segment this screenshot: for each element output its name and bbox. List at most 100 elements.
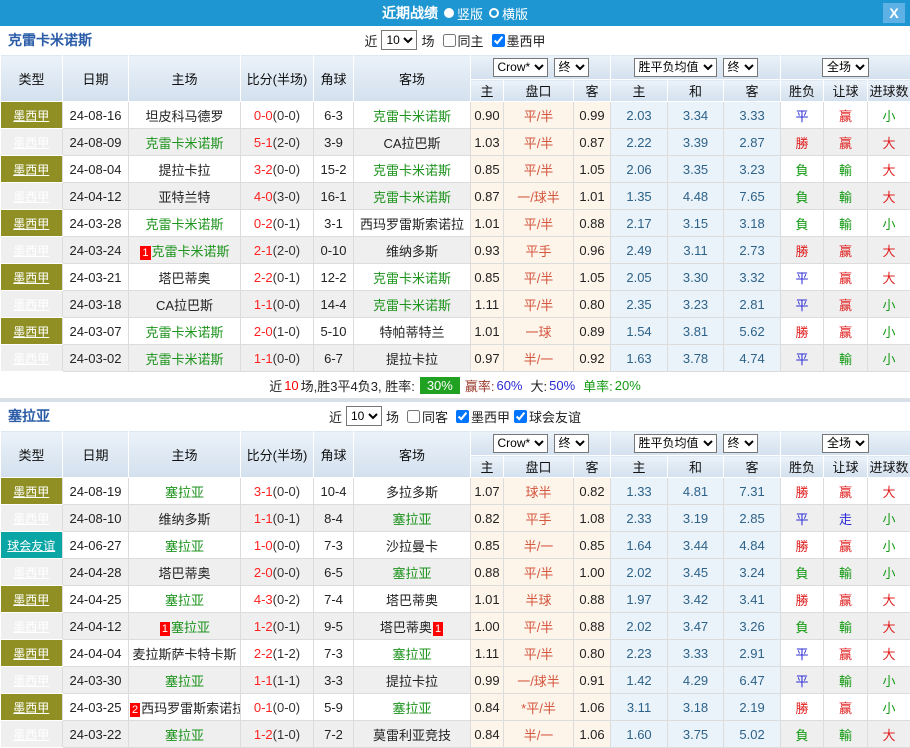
layout-radio-portrait[interactable]: 竖版 bbox=[444, 4, 483, 23]
scope-select[interactable]: 全场 bbox=[822, 58, 869, 77]
asia-home-odds: 0.85 bbox=[471, 156, 504, 183]
league-checkbox[interactable] bbox=[492, 34, 505, 47]
league-link[interactable]: 墨西甲 bbox=[13, 728, 49, 742]
league-link[interactable]: 球会友谊 bbox=[7, 539, 55, 553]
single-rate-label: 单率: bbox=[583, 376, 613, 395]
euro-home-odds: 1.64 bbox=[611, 532, 668, 559]
half-time-score: (0-1) bbox=[273, 619, 300, 634]
half-time-score: (1-2) bbox=[273, 646, 300, 661]
league-link[interactable]: 墨西甲 bbox=[13, 352, 49, 366]
league-link[interactable]: 墨西甲 bbox=[13, 674, 49, 688]
league-checkbox[interactable] bbox=[514, 410, 527, 423]
league-filter[interactable]: 墨西甲 bbox=[488, 31, 546, 50]
result-handicap: 輸 bbox=[824, 613, 868, 640]
asia-away-odds: 1.01 bbox=[574, 183, 611, 210]
corner-score: 6-7 bbox=[314, 345, 354, 372]
home-team-name: 塞拉亚 bbox=[165, 485, 204, 500]
euro-mean-select[interactable]: 胜平负均值 bbox=[634, 58, 717, 77]
match-row: 球会友谊24-06-27塞拉亚1-0(0-0)7-3沙拉曼卡0.85半/一0.8… bbox=[1, 532, 910, 559]
league-filter[interactable]: 球会友谊 bbox=[510, 407, 581, 426]
handicap-text: 平/半 bbox=[524, 620, 554, 635]
away-team-name: 克雷卡米诺斯 bbox=[373, 271, 451, 286]
euro-mean-select[interactable]: 胜平负均值 bbox=[634, 434, 717, 453]
league-checkbox[interactable] bbox=[456, 410, 469, 423]
league-filter[interactable]: 墨西甲 bbox=[452, 407, 510, 426]
result-goals: 小 bbox=[868, 505, 910, 532]
league-link[interactable]: 墨西甲 bbox=[13, 109, 49, 123]
final-odds-select[interactable]: 终 bbox=[554, 58, 589, 77]
league-link[interactable]: 墨西甲 bbox=[13, 298, 49, 312]
away-team-name: 克雷卡米诺斯 bbox=[373, 298, 451, 313]
league-link[interactable]: 墨西甲 bbox=[13, 593, 49, 607]
result-goals: 大 bbox=[868, 237, 910, 264]
league-link[interactable]: 墨西甲 bbox=[13, 136, 49, 150]
league-link[interactable]: 墨西甲 bbox=[13, 647, 49, 661]
score: 1-1(1-1) bbox=[241, 667, 314, 694]
sub-handicap-result: 让球 bbox=[824, 80, 868, 102]
league-link[interactable]: 墨西甲 bbox=[13, 512, 49, 526]
result-outcome: 勝 bbox=[781, 129, 824, 156]
euro-away-odds: 3.32 bbox=[724, 264, 781, 291]
score: 0-1(0-0) bbox=[241, 694, 314, 721]
euro-draw-odds: 3.39 bbox=[668, 129, 724, 156]
euro-home-odds: 1.97 bbox=[611, 586, 668, 613]
league-link[interactable]: 墨西甲 bbox=[13, 566, 49, 580]
same-venue-filter[interactable]: 同主 bbox=[439, 31, 484, 50]
same-venue-filter[interactable]: 同客 bbox=[403, 407, 448, 426]
match-count-select[interactable]: 10 bbox=[381, 30, 417, 50]
euro-draw-odds: 3.75 bbox=[668, 721, 724, 748]
league-link[interactable]: 墨西甲 bbox=[13, 163, 49, 177]
full-time-score: 2-0 bbox=[254, 324, 273, 339]
league-link[interactable]: 墨西甲 bbox=[13, 271, 49, 285]
bookmaker-select[interactable]: Crow* bbox=[493, 434, 548, 453]
away-team: 塔巴蒂奥 bbox=[354, 586, 471, 613]
result-handicap: 赢 bbox=[824, 694, 868, 721]
same-venue-checkbox[interactable] bbox=[443, 34, 456, 47]
league-link[interactable]: 墨西甲 bbox=[13, 485, 49, 499]
asia-handicap: 半球 bbox=[504, 586, 574, 613]
home-team-name: 塞拉亚 bbox=[165, 539, 204, 554]
home-team: 维纳多斯 bbox=[129, 505, 241, 532]
home-team-name: 塞拉亚 bbox=[165, 593, 204, 608]
final-odds-select[interactable]: 终 bbox=[554, 434, 589, 453]
league-link[interactable]: 墨西甲 bbox=[13, 217, 49, 231]
match-type: 墨西甲 bbox=[1, 721, 63, 748]
col-away: 客场 bbox=[354, 431, 471, 478]
scope-select[interactable]: 全场 bbox=[822, 434, 869, 453]
full-time-score: 2-0 bbox=[254, 565, 273, 580]
asia-away-odds: 1.00 bbox=[574, 559, 611, 586]
rank-badge: 1 bbox=[160, 622, 170, 636]
match-row: 墨西甲24-08-09克雷卡米诺斯5-1(2-0)3-9CA拉巴斯1.03平/半… bbox=[1, 129, 910, 156]
result-goals: 小 bbox=[868, 532, 910, 559]
close-icon[interactable]: X bbox=[883, 3, 905, 23]
euro-final-select[interactable]: 终 bbox=[723, 58, 758, 77]
league-link[interactable]: 墨西甲 bbox=[13, 325, 49, 339]
result-goals: 小 bbox=[868, 318, 910, 345]
league-link[interactable]: 墨西甲 bbox=[13, 701, 49, 715]
bookmaker-select[interactable]: Crow* bbox=[493, 58, 548, 77]
match-type: 墨西甲 bbox=[1, 318, 63, 345]
league-link[interactable]: 墨西甲 bbox=[13, 190, 49, 204]
league-filters: 墨西甲球会友谊 bbox=[452, 407, 581, 426]
asia-handicap: 半/一 bbox=[504, 532, 574, 559]
euro-final-select[interactable]: 终 bbox=[723, 434, 758, 453]
away-team-name: 塔巴蒂奥 bbox=[386, 593, 438, 608]
sub-wdl: 胜负 bbox=[781, 80, 824, 102]
handicap-text: 平手 bbox=[525, 512, 551, 527]
match-count-select[interactable]: 10 bbox=[346, 406, 382, 426]
corner-score: 3-9 bbox=[314, 129, 354, 156]
match-date: 24-03-24 bbox=[63, 237, 129, 264]
match-row: 墨西甲24-08-19塞拉亚3-1(0-0)10-4多拉多斯1.07球半0.82… bbox=[1, 478, 910, 505]
col-corner: 角球 bbox=[314, 55, 354, 102]
layout-radio-landscape[interactable]: 横版 bbox=[489, 4, 528, 23]
half-time-score: (0-0) bbox=[273, 484, 300, 499]
league-link[interactable]: 墨西甲 bbox=[13, 620, 49, 634]
match-row: 墨西甲24-03-21塔巴蒂奥2-2(0-1)12-2克雷卡米诺斯0.85平/半… bbox=[1, 264, 910, 291]
league-link[interactable]: 墨西甲 bbox=[13, 244, 49, 258]
away-team: 克雷卡米诺斯 bbox=[354, 102, 471, 129]
sub-handicap: 盘口 bbox=[504, 456, 574, 478]
same-venue-checkbox[interactable] bbox=[407, 410, 420, 423]
match-type: 墨西甲 bbox=[1, 156, 63, 183]
away-team-name: 克雷卡米诺斯 bbox=[373, 190, 451, 205]
asia-away-odds: 1.06 bbox=[574, 694, 611, 721]
